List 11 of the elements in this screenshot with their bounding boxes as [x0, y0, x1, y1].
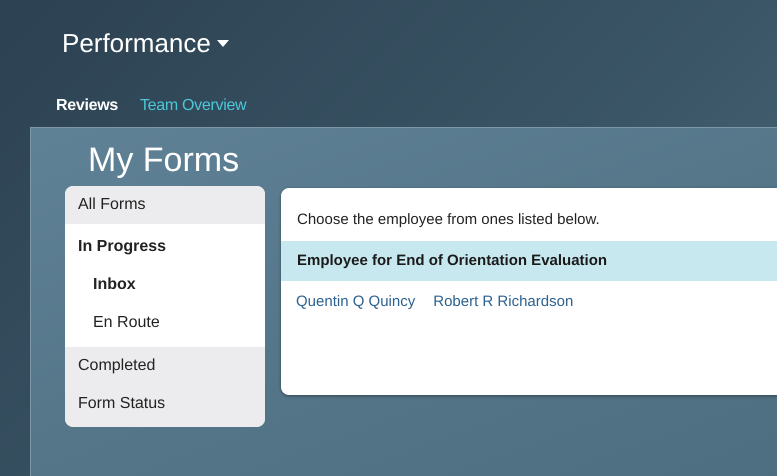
employee-link[interactable]: Quentin Q Quincy [296, 291, 416, 314]
sidebar-item[interactable]: In Progress [65, 224, 265, 266]
sidebar-subitem[interactable]: Inbox [65, 266, 265, 304]
instruction-text: Choose the employee from ones listed below. [297, 210, 601, 230]
page-title: My Forms [88, 140, 240, 180]
app-menu-button[interactable]: Performance [62, 24, 229, 63]
nav-tab[interactable]: Reviews [56, 94, 118, 118]
employee-link[interactable]: Robert R Richardson [433, 291, 574, 314]
nav-tab[interactable]: Team Overview [140, 94, 246, 118]
sidebar-subitem[interactable]: En Route [65, 304, 265, 347]
list-header: Employee for End of Orientation Evaluation [281, 240, 777, 281]
